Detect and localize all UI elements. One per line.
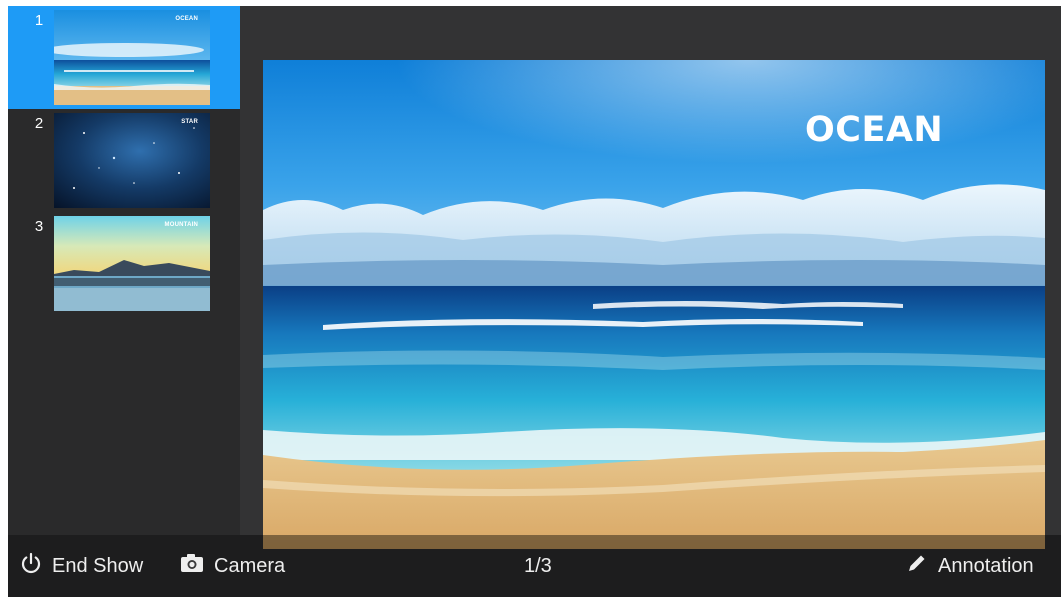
slide-thumbnail-1[interactable]: 1 OCEAN xyxy=(8,6,240,109)
camera-button[interactable]: Camera xyxy=(180,535,285,597)
camera-icon xyxy=(180,553,204,579)
page-indicator: 1/3 xyxy=(524,554,552,577)
power-icon xyxy=(20,552,42,580)
slide-title: OCEAN xyxy=(805,110,944,150)
slide-number: 3 xyxy=(34,218,44,235)
presentation-toolbar: End Show Camera 1/3 Annotation xyxy=(8,535,1061,597)
camera-label: Camera xyxy=(214,554,286,577)
annotation-button[interactable]: Annotation xyxy=(906,535,1034,597)
slide-thumbnail-3[interactable]: 3 MOUNTAIN xyxy=(8,212,240,315)
star-thumbnail-image: STAR xyxy=(54,113,210,208)
current-slide: OCEAN xyxy=(263,60,1045,549)
presentation-window: 1 OCEAN 2 STAR 3 MOUNTAIN OCEAN End Show… xyxy=(8,6,1061,597)
slide-number: 2 xyxy=(34,115,44,132)
end-show-button[interactable]: End Show xyxy=(20,535,143,597)
slide-thumbnail-sidebar: 1 OCEAN 2 STAR 3 MOUNTAIN xyxy=(8,6,240,535)
slide-thumbnail-2[interactable]: 2 STAR xyxy=(8,109,240,212)
pencil-icon xyxy=(906,552,928,580)
mountain-thumbnail-image: MOUNTAIN xyxy=(54,216,210,311)
thumbnail-title: OCEAN xyxy=(175,16,198,22)
ocean-thumbnail-image: OCEAN xyxy=(54,10,210,105)
end-show-label: End Show xyxy=(52,554,144,577)
thumbnail-title: MOUNTAIN xyxy=(164,222,198,228)
slide-number: 1 xyxy=(34,12,44,29)
annotation-label: Annotation xyxy=(938,554,1034,577)
thumbnail-title: STAR xyxy=(181,119,198,125)
